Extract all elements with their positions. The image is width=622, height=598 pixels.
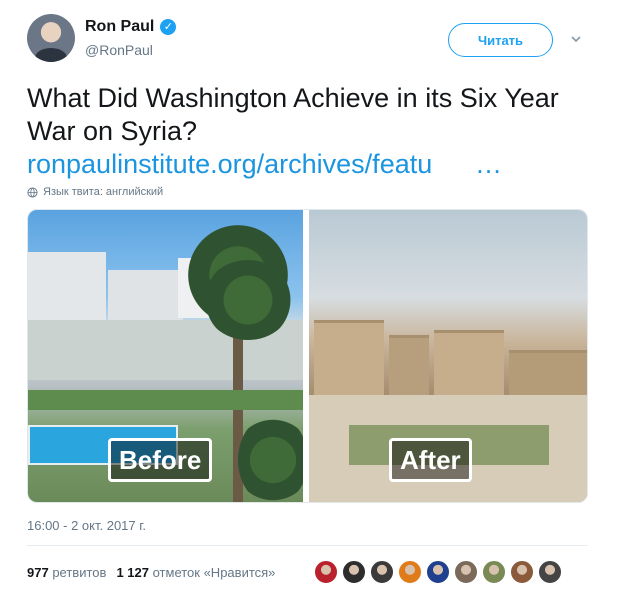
before-photo[interactable]: Before bbox=[28, 210, 303, 502]
after-label: After bbox=[389, 438, 472, 482]
chevron-down-icon[interactable] bbox=[570, 33, 582, 45]
author-avatar[interactable] bbox=[27, 14, 75, 62]
likers-avatars bbox=[314, 560, 562, 584]
globe-icon bbox=[27, 186, 38, 198]
liker-avatar[interactable] bbox=[454, 560, 478, 584]
likes-count: 1 127 bbox=[116, 565, 149, 580]
tweet-text: What Did Washington Achieve in its Six Y… bbox=[27, 83, 559, 146]
liker-avatar[interactable] bbox=[398, 560, 422, 584]
tweet-link[interactable]: ronpaulinstitute.org/archives/featu bbox=[27, 148, 432, 181]
language-note-text: Язык твита: английский bbox=[43, 186, 164, 198]
before-label: Before bbox=[108, 438, 213, 482]
stats-divider bbox=[27, 545, 588, 546]
tweet-language-note: Язык твита: английский bbox=[27, 186, 163, 198]
retweets-stat[interactable]: 977 ретвитов bbox=[27, 565, 106, 580]
liker-avatar[interactable] bbox=[510, 560, 534, 584]
author-handle[interactable]: @RonPaul bbox=[85, 42, 153, 58]
liker-avatar[interactable] bbox=[370, 560, 394, 584]
after-photo[interactable]: After bbox=[309, 210, 587, 502]
author-name[interactable]: Ron Paul bbox=[85, 18, 154, 36]
tweet-timestamp[interactable]: 16:00 - 2 окт. 2017 г. bbox=[27, 518, 146, 533]
liker-avatar[interactable] bbox=[538, 560, 562, 584]
retweets-count: 977 bbox=[27, 565, 49, 580]
likes-stat[interactable]: 1 127 отметок «Нравится» bbox=[116, 565, 275, 580]
tweet-link-ellipsis[interactable]: … bbox=[475, 148, 502, 181]
verified-badge-icon: ✓ bbox=[160, 19, 177, 35]
tweet-stats: 977 ретвитов 1 127 отметок «Нравится» bbox=[27, 565, 275, 580]
tweet-media[interactable]: Before After bbox=[27, 209, 588, 503]
author-name-row: Ron Paul ✓ bbox=[85, 18, 177, 36]
follow-button[interactable]: Читать bbox=[448, 23, 553, 57]
retweets-label: ретвитов bbox=[52, 565, 107, 580]
liker-avatar[interactable] bbox=[342, 560, 366, 584]
liker-avatar[interactable] bbox=[426, 560, 450, 584]
liker-avatar[interactable] bbox=[314, 560, 338, 584]
liker-avatar[interactable] bbox=[482, 560, 506, 584]
likes-label: отметок «Нравится» bbox=[152, 565, 276, 580]
